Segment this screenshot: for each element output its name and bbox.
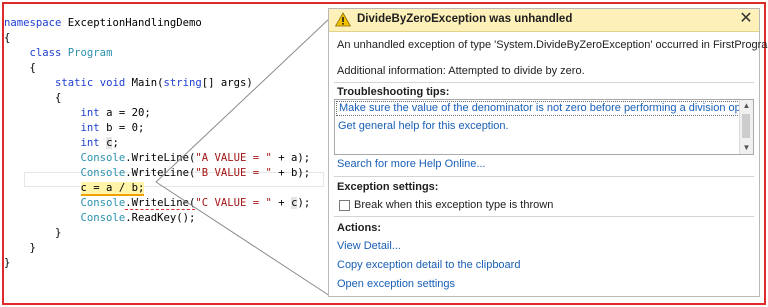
warning-icon bbox=[335, 12, 351, 27]
exception-settings-heading: Exception settings: bbox=[337, 181, 439, 193]
break-on-exception-label[interactable]: Break when this exception type is thrown bbox=[354, 199, 553, 211]
view-detail-link[interactable]: View Detail... bbox=[337, 240, 401, 252]
tips-scrollbar[interactable]: ▲ ▼ bbox=[739, 100, 753, 154]
scrollbar-thumb[interactable] bbox=[742, 114, 750, 138]
search-help-online-link[interactable]: Search for more Help Online... bbox=[337, 158, 486, 170]
tip-general-help-link[interactable]: Get general help for this exception. bbox=[338, 120, 509, 132]
divider bbox=[334, 216, 754, 217]
exception-title: DivideByZeroException was unhandled bbox=[357, 13, 573, 25]
popup-header: DivideByZeroException was unhandled ✕ bbox=[329, 9, 759, 32]
break-on-exception-checkbox[interactable] bbox=[339, 200, 350, 211]
scroll-up-icon[interactable]: ▲ bbox=[740, 100, 753, 112]
copy-exception-detail-link[interactable]: Copy exception detail to the clipboard bbox=[337, 259, 520, 271]
open-exception-settings-link[interactable]: Open exception settings bbox=[337, 278, 455, 290]
exception-message: An unhandled exception of type 'System.D… bbox=[337, 39, 768, 51]
divider bbox=[334, 82, 754, 83]
close-icon[interactable]: ✕ bbox=[738, 10, 754, 28]
troubleshooting-tips-list[interactable]: Make sure the value of the denominator i… bbox=[334, 99, 754, 155]
additional-information: Additional information: Attempted to div… bbox=[337, 65, 585, 77]
divider bbox=[334, 176, 754, 177]
troubleshooting-tips-heading: Troubleshooting tips: bbox=[337, 86, 450, 98]
tip-denominator-link[interactable]: Make sure the value of the denominator i… bbox=[336, 101, 740, 116]
actions-heading: Actions: bbox=[337, 222, 381, 234]
scroll-down-icon[interactable]: ▼ bbox=[740, 142, 753, 154]
exception-assistant-popup: DivideByZeroException was unhandled ✕ An… bbox=[328, 8, 768, 297]
